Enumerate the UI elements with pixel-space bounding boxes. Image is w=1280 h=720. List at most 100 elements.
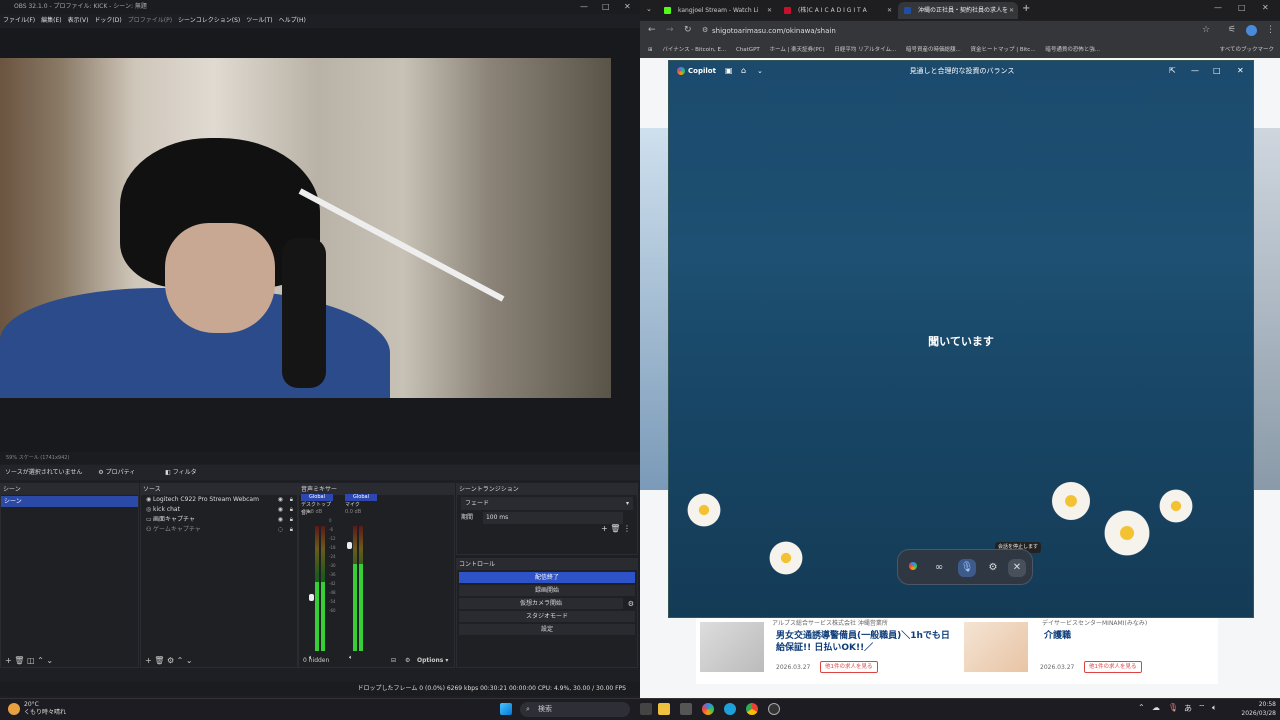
address-bar[interactable]: shigotoarimasu.com/okinawa/shain xyxy=(712,24,1232,39)
tab-search-icon[interactable]: ⌄ xyxy=(646,5,652,13)
tab-shigoto[interactable]: 沖縄の正社員・契約社員の求人を ✕ xyxy=(898,2,1018,19)
obs-icon[interactable] xyxy=(768,703,780,715)
all-bookmarks[interactable]: すべてのブックマーク xyxy=(1220,42,1274,58)
menu-edit[interactable]: 編集(E) xyxy=(41,14,61,28)
bookmark-crypto-cap[interactable]: 暗号資産の時価総額... xyxy=(906,47,961,53)
menu-icon[interactable]: ⋮ xyxy=(1266,25,1275,35)
bookmark-rakuten[interactable]: ホーム | 楽天証券(PC) xyxy=(770,47,825,53)
trash-icon[interactable]: 🗑 xyxy=(14,656,24,665)
add-icon[interactable]: + xyxy=(601,524,608,533)
eye-icon[interactable]: ◉ xyxy=(278,495,283,505)
lock-icon[interactable]: 🔒︎ xyxy=(290,525,293,535)
source-item-kick-chat[interactable]: ◎ kick chat ◉ 🔒︎ xyxy=(141,505,297,515)
maximize-icon[interactable]: □ xyxy=(602,0,610,14)
star-icon[interactable]: ☆ xyxy=(1202,25,1210,35)
bookmark-heatmap[interactable]: 資金ヒートマップ | Bitc... xyxy=(970,47,1035,53)
studio-mode-button[interactable]: スタジオモード xyxy=(459,611,635,622)
open-external-icon[interactable]: ⇱ xyxy=(1169,61,1176,81)
back-icon[interactable]: ← xyxy=(648,25,656,35)
menu-help[interactable]: ヘルプ(H) xyxy=(279,14,306,28)
taskbar-search[interactable]: ⌕ 検索 xyxy=(520,702,630,717)
file-explorer-icon[interactable] xyxy=(658,703,670,715)
wifi-icon[interactable]: ⌔ xyxy=(1198,703,1206,713)
minimize-icon[interactable]: — xyxy=(1191,61,1199,81)
minimize-icon[interactable]: — xyxy=(1214,3,1222,12)
close-icon[interactable]: ✕ xyxy=(1262,3,1269,12)
tab-kick[interactable]: kangjoel Stream - Watch Li ✕ xyxy=(658,2,776,19)
lock-icon[interactable]: 🔒︎ xyxy=(290,495,293,505)
bookmark-nikkei[interactable]: 日経平均 リアルタイム... xyxy=(834,47,896,53)
reload-icon[interactable]: ↻ xyxy=(684,25,692,35)
eye-hidden-icon[interactable]: ◌ xyxy=(278,525,283,535)
edge-icon[interactable] xyxy=(724,703,736,715)
more-jobs-button[interactable]: 他1件の求人を見る xyxy=(820,661,878,673)
forward-icon[interactable]: → xyxy=(666,25,674,35)
task-view-icon[interactable] xyxy=(640,703,652,715)
add-icon[interactable]: + xyxy=(145,656,152,665)
properties-button[interactable]: ⚙ プロパティ xyxy=(98,469,149,476)
trash-icon[interactable]: 🗑 xyxy=(610,524,620,533)
trash-icon[interactable]: 🗑 xyxy=(154,656,164,665)
scene-item[interactable]: シーン xyxy=(1,496,138,507)
filters-button[interactable]: ◧ フィルタ xyxy=(165,469,210,476)
bookmark-fear-greed[interactable]: 暗号通貨の恐怖と強... xyxy=(1045,47,1100,53)
close-tab-icon[interactable]: ✕ xyxy=(1009,2,1014,19)
microphone-icon[interactable]: 🎙︎ xyxy=(958,559,976,577)
maximize-icon[interactable]: □ xyxy=(1238,3,1246,12)
copilot-icon[interactable] xyxy=(904,559,922,577)
menu-file[interactable]: ファイル(F) xyxy=(3,14,35,28)
mixer-layout-icon[interactable]: ⊟ xyxy=(391,655,396,667)
volume-slider-handle[interactable] xyxy=(347,542,352,549)
start-virtual-camera-button[interactable]: 仮想カメラ開始 xyxy=(459,598,623,609)
gear-icon[interactable]: ⚙ xyxy=(984,559,1002,577)
gear-icon[interactable]: ⚙ xyxy=(405,655,410,667)
job-title[interactable]: 介護職 xyxy=(1044,630,1071,642)
bookmark-chatgpt[interactable]: ChatGPT xyxy=(736,47,760,53)
bookmark-binance[interactable]: バイナンス - Bitcoin, E... xyxy=(662,47,726,53)
copilot-taskbar-icon[interactable] xyxy=(702,703,714,715)
source-item-game-capture[interactable]: ⚇ ゲームキャプチャ ◌ 🔒︎ xyxy=(141,525,297,535)
chevron-down-icon[interactable]: ⌄ xyxy=(186,656,193,665)
options-button[interactable]: Options ▾ xyxy=(417,655,448,667)
eye-icon[interactable]: ◉ xyxy=(278,515,283,525)
menu-view[interactable]: 表示(V) xyxy=(68,14,89,28)
source-item-screen-capture[interactable]: ▭画面キャプチャ ◉ 🔒︎ xyxy=(141,515,297,525)
settings-button[interactable]: 設定 xyxy=(459,624,635,635)
menu-scene-collection[interactable]: シーンコレクション(S) xyxy=(178,14,240,28)
start-icon[interactable] xyxy=(500,703,512,715)
gear-icon[interactable]: ⚙ xyxy=(628,600,634,608)
duration-input[interactable]: 100 ms xyxy=(482,512,623,524)
eye-icon[interactable]: ◉ xyxy=(278,505,283,515)
more-jobs-button[interactable]: 他1件の求人を見る xyxy=(1084,661,1142,673)
chevron-up-icon[interactable]: ⌃ xyxy=(177,656,184,665)
stop-conversation-icon[interactable]: ✕ xyxy=(1008,559,1026,577)
site-info-icon[interactable]: ⚙ xyxy=(702,26,708,34)
more-icon[interactable]: ⋮ xyxy=(623,524,631,533)
add-icon[interactable]: + xyxy=(5,656,12,665)
maximize-icon[interactable]: □ xyxy=(1213,61,1221,81)
close-icon[interactable]: ✕ xyxy=(624,0,631,14)
transition-select[interactable]: フェード ▾ xyxy=(461,497,633,510)
close-icon[interactable]: ✕ xyxy=(1237,61,1244,81)
gear-icon[interactable]: ⚙ xyxy=(167,656,174,665)
minimize-icon[interactable]: — xyxy=(580,0,588,14)
profile-avatar[interactable] xyxy=(1246,25,1257,36)
glasses-icon[interactable]: ∞ xyxy=(930,559,948,577)
new-tab-icon[interactable]: + xyxy=(1022,3,1030,14)
lock-icon[interactable]: 🔒︎ xyxy=(290,515,293,525)
close-tab-icon[interactable]: ✕ xyxy=(887,2,892,19)
chrome-icon[interactable] xyxy=(746,703,758,715)
clock[interactable]: 20:58 2026/03/28 xyxy=(1241,700,1276,718)
menu-tools[interactable]: ツール(T) xyxy=(246,14,272,28)
volume-icon[interactable]: 🔈︎ xyxy=(1212,703,1217,713)
job-card[interactable]: アルプス総合サービス株式会社 沖縄営業所 男女交通誘導警備員(一般職員)＼1hで… xyxy=(696,618,968,684)
filter-icon[interactable]: ◫ xyxy=(27,656,35,665)
job-card[interactable]: デイサービスセンターMINAMI(みなみ) 介護職 2026.03.27 他1件… xyxy=(960,618,1218,684)
extensions-icon[interactable]: ⚟ xyxy=(1228,25,1236,35)
cloud-icon[interactable]: ☁ xyxy=(1152,703,1160,712)
weather-widget[interactable]: 20°C くもり時々晴れ xyxy=(6,701,66,717)
store-icon[interactable] xyxy=(680,703,692,715)
language-icon[interactable]: あ xyxy=(1184,703,1192,714)
source-item-webcam[interactable]: ◉ Logitech C922 Pro Stream Webcam ◉ 🔒︎ xyxy=(141,495,297,505)
chevron-up-icon[interactable]: ⌃ xyxy=(1138,703,1145,712)
